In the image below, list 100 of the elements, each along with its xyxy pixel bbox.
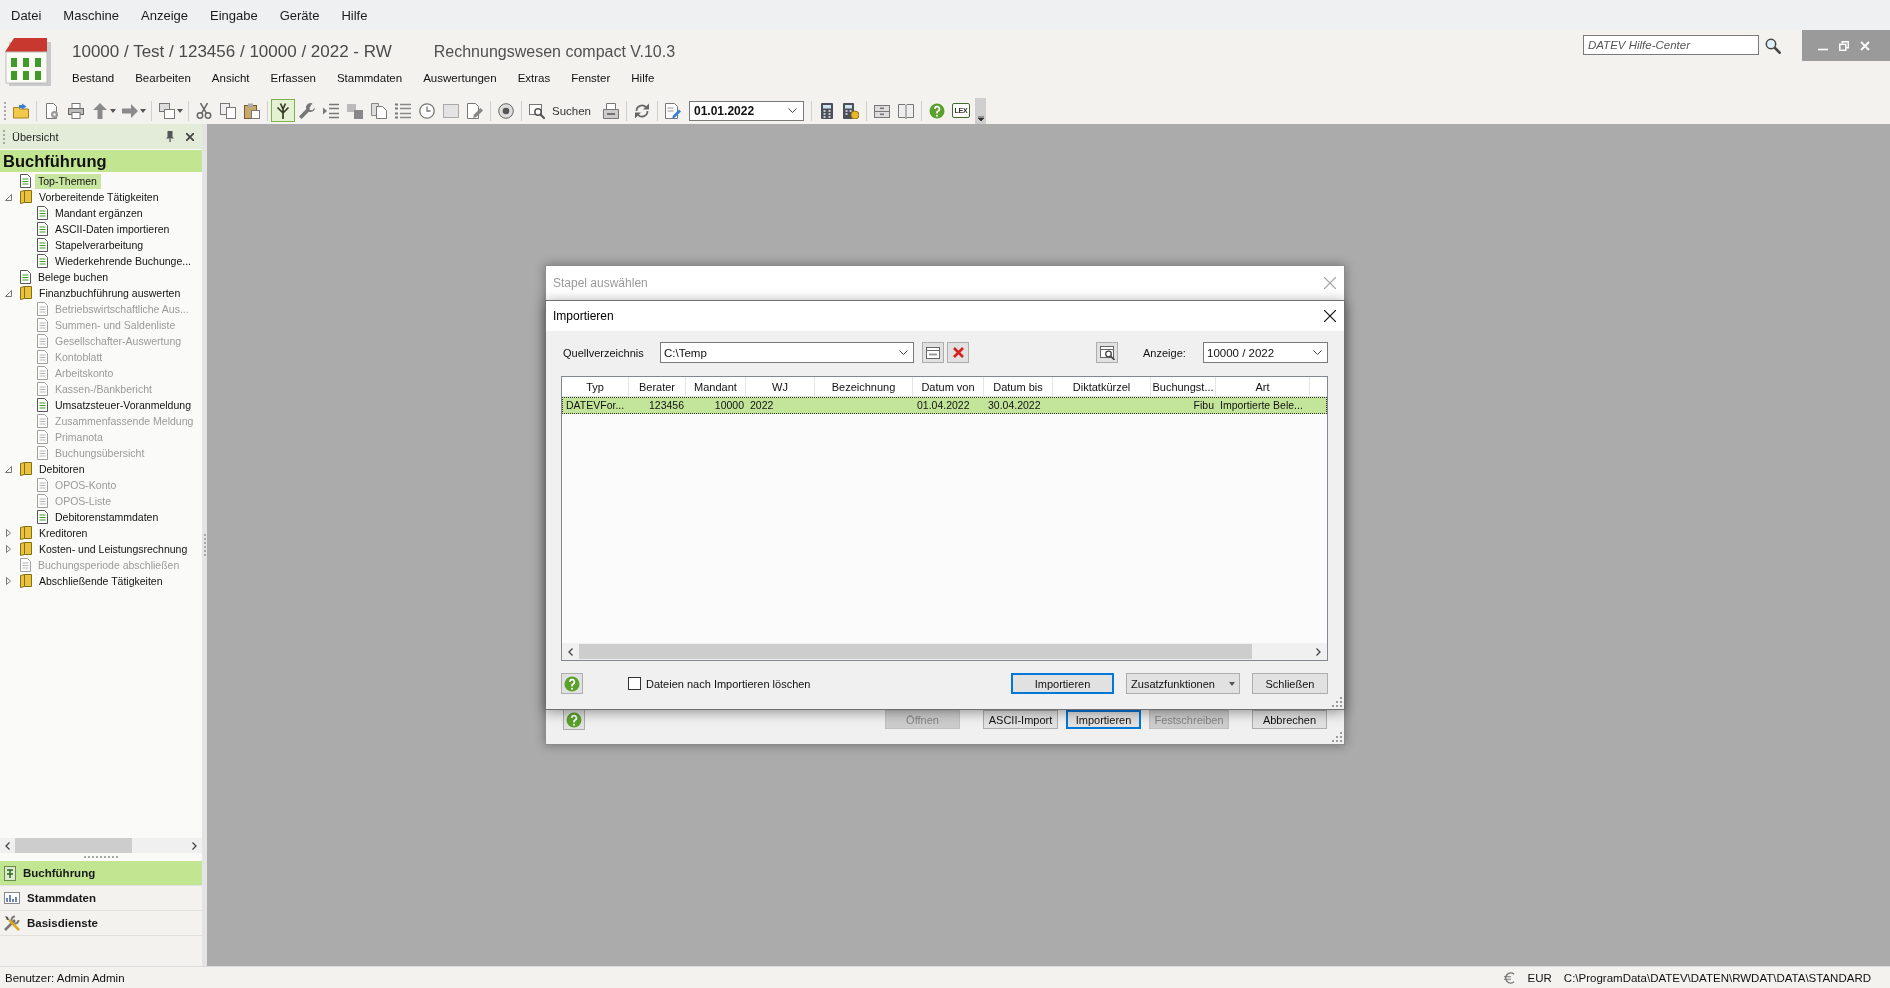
preview-button[interactable] — [1096, 342, 1118, 363]
sync-icon[interactable] — [634, 102, 650, 119]
browse-button[interactable] — [922, 342, 944, 363]
dialog-button[interactable]: Importieren — [1066, 710, 1141, 729]
chevron-right-icon[interactable] — [1316, 647, 1321, 656]
search-button[interactable]: Suchen — [525, 102, 599, 119]
close-icon[interactable] — [186, 132, 194, 141]
chevron-left-icon[interactable] — [568, 647, 573, 656]
pin-icon[interactable] — [166, 131, 174, 142]
blocks-icon[interactable] — [347, 102, 363, 119]
document-gear-icon[interactable] — [44, 102, 60, 119]
calculator-icon[interactable] — [819, 102, 835, 119]
menu-item[interactable]: Extras — [517, 71, 551, 85]
help-button[interactable] — [563, 709, 585, 730]
documents-icon[interactable] — [371, 102, 387, 119]
help-search-field[interactable]: DATEV Hilfe-Center — [1583, 35, 1759, 55]
dialog-button[interactable]: Abbrechen — [1252, 710, 1327, 729]
menu-item[interactable]: Eingabe — [199, 5, 269, 25]
toolbar-overflow-button[interactable] — [975, 97, 986, 124]
drawer-icon[interactable] — [874, 102, 890, 119]
close-icon[interactable] — [1324, 310, 1336, 322]
column-header[interactable]: Buchungst... — [1151, 377, 1216, 396]
column-header[interactable]: Datum bis — [984, 377, 1053, 396]
right-arrow-icon[interactable] — [122, 102, 138, 119]
chevron-right-icon[interactable] — [192, 841, 197, 850]
dialog-button[interactable]: ASCII-Import — [983, 710, 1058, 729]
help-button[interactable] — [561, 673, 583, 694]
tree-item[interactable]: Abschließende Tätigkeiten — [36, 573, 167, 589]
menu-item[interactable]: Bearbeiten — [135, 71, 191, 85]
tree-item[interactable]: Kosten- und Leistungsrechnung — [36, 541, 192, 557]
tree-item[interactable]: Finanzbuchführung auswerten — [36, 285, 185, 301]
dialog-button[interactable]: Schließen — [1252, 673, 1328, 694]
clock-icon[interactable] — [419, 102, 435, 119]
menu-item[interactable]: Hilfe — [631, 71, 655, 85]
column-header[interactable]: Datum von — [913, 377, 984, 396]
tree-item[interactable]: Kreditoren — [36, 525, 92, 541]
tree-item[interactable]: Vorbereitende Tätigkeiten — [36, 189, 163, 205]
tree-item[interactable]: Belege buchen — [35, 269, 113, 285]
column-header[interactable]: Mandant — [686, 377, 746, 396]
restore-icon[interactable] — [1839, 40, 1849, 51]
menu-item[interactable]: Stammdaten — [336, 71, 403, 85]
copy-icon[interactable] — [220, 102, 236, 119]
tree-item[interactable]: Mandant ergänzen — [52, 205, 147, 221]
triangle-right-icon[interactable] — [6, 545, 11, 553]
triangle-right-icon[interactable] — [6, 577, 11, 585]
menu-item[interactable]: Hilfe — [330, 5, 379, 25]
horizontal-scrollbar[interactable] — [562, 643, 1327, 660]
display-select-field[interactable]: 10000 / 2022 — [1203, 342, 1328, 363]
column-header[interactable]: Typ — [562, 377, 629, 396]
tree-item[interactable]: Debitorenstammdaten — [52, 509, 163, 525]
menu-item[interactable]: Anzeige — [130, 5, 199, 25]
open-folder-icon[interactable] — [13, 102, 29, 119]
tree-button[interactable] — [271, 99, 295, 122]
calculator-coin-icon[interactable] — [843, 102, 859, 119]
scissors-icon[interactable] — [196, 102, 212, 119]
target-icon[interactable] — [498, 102, 514, 119]
delete-button[interactable] — [947, 342, 969, 363]
chevron-left-icon[interactable] — [5, 841, 10, 850]
column-header[interactable]: Bezeichnung — [815, 377, 913, 396]
list-icon[interactable] — [395, 102, 411, 119]
column-header[interactable]: WJ — [746, 377, 815, 396]
tree-item[interactable]: Wiederkehrende Buchunge... — [52, 253, 195, 269]
menu-item[interactable]: Geräte — [268, 5, 331, 25]
checkbox[interactable] — [628, 677, 641, 690]
scrollbar-thumb[interactable] — [579, 644, 1252, 659]
menu-item[interactable]: Auswertungen — [423, 71, 497, 85]
scrollbar-thumb[interactable] — [15, 838, 132, 853]
wrench-icon[interactable] — [299, 102, 315, 119]
document-pencil-icon[interactable] — [467, 102, 483, 119]
dialog-button[interactable]: Importieren — [1011, 673, 1114, 694]
menu-item[interactable]: Bestand — [72, 71, 115, 85]
tree-item[interactable]: Top-Themen — [35, 173, 101, 189]
printer-icon[interactable] — [603, 102, 619, 119]
document-pen-icon[interactable] — [665, 102, 681, 119]
menu-item[interactable]: Maschine — [52, 5, 130, 25]
book-icon[interactable] — [898, 102, 914, 119]
up-arrow-icon[interactable] — [92, 102, 108, 119]
tree-item[interactable]: Debitoren — [36, 461, 89, 477]
dialog-button[interactable]: Zusatzfunktionen — [1126, 673, 1240, 694]
menu-item[interactable]: Erfassen — [270, 71, 316, 85]
search-icon[interactable] — [1765, 38, 1781, 54]
date-field[interactable]: 01.01.2022 — [689, 100, 804, 121]
corner-triangle-icon[interactable] — [5, 289, 12, 297]
menu-item[interactable]: Fenster — [571, 71, 611, 85]
tree-item[interactable]: Stapelverarbeitung — [52, 237, 148, 253]
tree-item[interactable]: ASCII-Daten importieren — [52, 221, 174, 237]
column-header[interactable]: Diktatkürzel — [1053, 377, 1151, 396]
menu-item[interactable]: Datei — [0, 5, 53, 25]
source-folder-field[interactable]: C:\Temp — [660, 342, 914, 363]
table-row[interactable]: DATEVFor... 123456 10000 2022 01.04.2022 30.04.2022 Fibu Importierte Bele... — [562, 397, 1327, 414]
corner-triangle-icon[interactable] — [5, 465, 12, 473]
printer-icon[interactable] — [68, 102, 84, 119]
indent-list-icon[interactable] — [323, 102, 339, 119]
column-header[interactable]: Berater — [629, 377, 686, 396]
nav-item[interactable]: Buchführung — [0, 861, 202, 886]
corner-triangle-icon[interactable] — [5, 193, 12, 201]
horizontal-scrollbar[interactable] — [0, 838, 202, 853]
triangle-right-icon[interactable] — [6, 529, 11, 537]
windows-icon[interactable] — [159, 102, 175, 119]
clipboard-icon[interactable] — [244, 102, 260, 119]
